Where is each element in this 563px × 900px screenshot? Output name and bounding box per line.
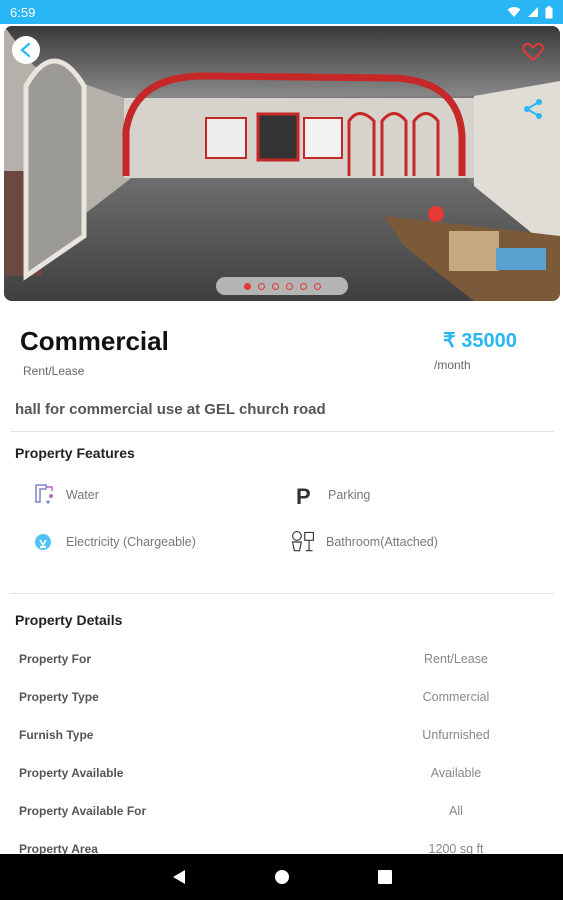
detail-key: Property Type: [19, 690, 99, 704]
gallery-dot[interactable]: [257, 282, 265, 290]
detail-value: Commercial: [422, 690, 490, 704]
feature-label: Parking: [328, 488, 371, 502]
detail-value: Available: [430, 766, 482, 780]
features-heading: Property Features: [15, 445, 135, 461]
detail-value: Rent/Lease: [424, 652, 488, 666]
feature-parking: P Parking: [292, 482, 370, 508]
favorite-button[interactable]: [522, 42, 544, 67]
parking-icon: P: [292, 482, 318, 508]
electricity-bulb-icon: [30, 529, 56, 555]
property-photo-gallery[interactable]: [4, 26, 560, 301]
gallery-dot[interactable]: [313, 282, 321, 290]
home-nav-icon[interactable]: [274, 869, 290, 885]
signal-icon: [528, 7, 538, 17]
status-time: 6:59: [10, 4, 36, 20]
property-photo: [4, 26, 560, 301]
detail-value: Unfurnished: [422, 728, 490, 742]
price-unit: /month: [434, 358, 471, 372]
listing-description: hall for commercial use at GEL church ro…: [15, 401, 326, 418]
detail-key: Property Available: [19, 766, 124, 780]
details-heading: Property Details: [15, 612, 123, 628]
divider: [10, 593, 554, 594]
gallery-dot[interactable]: [299, 282, 307, 290]
gallery-page-indicator: [216, 277, 348, 295]
bathroom-icon: [290, 529, 316, 555]
status-icons: [507, 5, 553, 19]
feature-label: Water: [66, 488, 99, 502]
property-detail-screen: 6:59 Commercial Rent/Lease ₹ 35000 /mont…: [0, 0, 563, 900]
feature-electricity: Electricity (Chargeable): [30, 529, 196, 555]
feature-water: Water: [30, 482, 99, 508]
gallery-dot[interactable]: [271, 282, 279, 290]
svg-text:P: P: [296, 484, 311, 508]
water-tap-icon: [30, 482, 56, 508]
detail-row: Property Available Available: [19, 766, 539, 786]
battery-icon: [545, 5, 553, 18]
back-nav-icon[interactable]: [172, 869, 186, 885]
chevron-left-icon: [20, 42, 31, 58]
feature-label: Bathroom(Attached): [326, 535, 438, 549]
back-button[interactable]: [12, 36, 40, 64]
feature-bathroom: Bathroom(Attached): [290, 529, 438, 555]
status-bar: 6:59: [0, 0, 563, 24]
detail-key: Property For: [19, 652, 92, 666]
detail-row: Property Type Commercial: [19, 690, 539, 710]
share-icon: [524, 99, 542, 119]
gallery-dot[interactable]: [285, 282, 293, 290]
detail-key: Furnish Type: [19, 728, 94, 742]
wifi-icon: [507, 7, 521, 17]
detail-row: Furnish Type Unfurnished: [19, 728, 539, 748]
system-nav-bar: [0, 854, 563, 900]
recents-nav-icon[interactable]: [377, 870, 392, 884]
detail-key: Property Available For: [19, 804, 147, 818]
detail-row: Property Available For All: [19, 804, 539, 824]
detail-value: All: [449, 804, 463, 818]
feature-label: Electricity (Chargeable): [66, 535, 196, 549]
listing-subtitle: Rent/Lease: [23, 364, 85, 378]
heart-icon: [522, 42, 544, 62]
gallery-dot-active[interactable]: [243, 282, 251, 290]
share-button[interactable]: [522, 98, 544, 125]
detail-row: Property For Rent/Lease: [19, 652, 539, 672]
listing-title: Commercial: [20, 326, 169, 356]
divider: [10, 431, 554, 432]
listing-price: ₹ 35000: [443, 330, 517, 352]
